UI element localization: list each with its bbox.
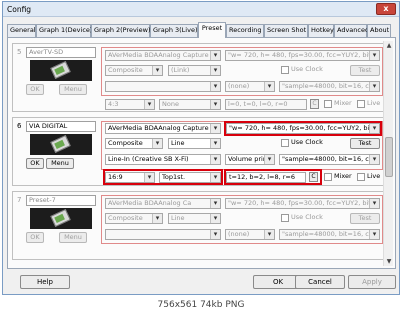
preset-number: 7 [17, 196, 22, 204]
audio-input-select[interactable]: Volume princ [225, 154, 275, 165]
video-format-highlight [224, 121, 382, 136]
preset-number: 5 [17, 48, 22, 56]
crossbar-select[interactable]: (Link) [168, 65, 221, 76]
preset-name-field[interactable]: VIA DIGITAL [26, 121, 96, 132]
audio-device-select[interactable]: Line-In (Creative SB X-Fi) [105, 154, 221, 165]
aspect-deinterlace-highlight [103, 169, 223, 185]
config-window: Config x General Graph 1(Device) Graph 2… [2, 1, 400, 295]
live-checkbox[interactable] [357, 100, 365, 108]
mixer-checkbox[interactable] [324, 173, 332, 181]
scroll-up-arrow-icon[interactable]: ▲ [384, 41, 394, 50]
preset-menu-button[interactable]: Menu [59, 232, 87, 243]
video-format-select[interactable]: "w= 720, h= 480, fps=30.00, fcc=YUY2, bi… [225, 198, 380, 209]
preset-menu-button[interactable]: Menu [46, 158, 74, 169]
use-clock-label: Use Clock [291, 138, 323, 146]
aspect-select[interactable]: 4:3 [105, 99, 155, 110]
mixer-label: Mixer [334, 99, 352, 107]
preset-name-field[interactable]: Preset-7 [26, 195, 96, 206]
preset-thumbnail[interactable] [30, 60, 92, 81]
help-button[interactable]: Help [20, 275, 70, 289]
tab-strip: General Graph 1(Device) Graph 2(Preview)… [7, 22, 397, 38]
crossbar-select[interactable]: Line [168, 213, 221, 224]
preset-name-field[interactable]: AverTV-SD [26, 47, 96, 58]
video-input-select[interactable]: Composite [105, 65, 163, 76]
live-label: Live [367, 99, 381, 107]
tab-recording[interactable]: Recording [226, 24, 264, 37]
video-format-select[interactable]: "w= 720, h= 480, fps=30.00, fcc=YUY2, bi… [225, 50, 380, 61]
video-input-select[interactable]: Composite [105, 138, 163, 149]
image-status-text: 756x561 74kb PNG [0, 296, 402, 314]
audio-device-select[interactable] [105, 81, 221, 92]
tab-about[interactable]: About [367, 24, 391, 37]
live-checkbox[interactable] [357, 173, 365, 181]
tab-hotkey[interactable]: Hotkey [308, 24, 334, 37]
use-clock-label: Use Clock [291, 65, 323, 73]
crop-field[interactable]: l=0, t=0, l=0, r=0 [225, 99, 307, 110]
preset-row-6: 6 VIA DIGITAL OK Menu AVerMedia BDAAnalo… [12, 117, 384, 186]
preset-menu-button[interactable]: Menu [59, 84, 87, 95]
tab-screen-shot[interactable]: Screen Shot [264, 24, 308, 37]
use-clock-checkbox[interactable] [281, 139, 289, 147]
preset-ok-button[interactable]: OK [26, 158, 44, 169]
preset-row-7: 7 Preset-7 OK Menu AVerMedia BDAAnalog C… [12, 191, 384, 260]
tab-graph3-live[interactable]: Graph 3(Live) [150, 24, 198, 37]
preset-row-5: 5 AverTV-SD OK Menu AVerMedia BDAAnalog … [12, 43, 384, 112]
apply-button[interactable]: Apply [348, 275, 396, 289]
crossbar-select[interactable]: Line [168, 138, 221, 149]
vertical-scrollbar[interactable]: ▲ ▼ [383, 41, 393, 266]
preset-panel: 5 AverTV-SD OK Menu AVerMedia BDAAnalog … [7, 37, 396, 269]
test-button[interactable]: Test [350, 65, 380, 76]
video-device-select[interactable]: AVerMedia BDAAnalog Ca [105, 198, 221, 209]
live-label: Live [367, 172, 381, 180]
cancel-button[interactable]: Cancel [295, 275, 345, 289]
crop-highlight [224, 169, 322, 185]
mixer-label: Mixer [334, 172, 352, 180]
tab-advanced[interactable]: Advanced [334, 24, 369, 37]
scroll-down-arrow-icon[interactable]: ▼ [384, 257, 394, 266]
audio-input-select[interactable]: (none) [225, 229, 275, 240]
title-bar: Config x [3, 2, 399, 17]
test-button[interactable]: Test [350, 138, 380, 149]
close-button[interactable]: x [376, 3, 396, 15]
preset-thumbnail[interactable] [30, 208, 92, 229]
video-input-select[interactable]: Composite [105, 213, 163, 224]
preset-number: 6 [17, 122, 22, 130]
deinterlace-select[interactable]: None [159, 99, 221, 110]
tab-graph2-preview[interactable]: Graph 2(Preview) [91, 24, 151, 37]
preset-ok-button[interactable]: OK [26, 232, 44, 243]
mixer-checkbox[interactable] [324, 100, 332, 108]
tab-graph1-device[interactable]: Graph 1(Device) [36, 24, 92, 37]
capture-card-icon [50, 134, 71, 154]
tab-preset[interactable]: Preset [198, 22, 226, 38]
use-clock-checkbox[interactable] [281, 66, 289, 74]
audio-device-select[interactable] [105, 229, 221, 240]
tab-general[interactable]: General [7, 24, 36, 37]
window-title: Config [7, 5, 32, 14]
audio-format-select[interactable]: "sample=48000, bit=16, ch=2" [279, 154, 380, 165]
audio-input-select[interactable]: (none) [225, 81, 275, 92]
video-device-select[interactable]: AVerMedia BDAAnalog Capture [105, 123, 221, 134]
crop-c-button[interactable]: C [310, 99, 319, 109]
use-clock-checkbox[interactable] [281, 214, 289, 222]
audio-format-select[interactable]: "sample=48000, bit=16, ch=2" [279, 229, 380, 240]
capture-card-icon [50, 60, 71, 80]
audio-format-select[interactable]: "sample=48000, bit=16, ch=2" [279, 81, 380, 92]
scrollbar-thumb[interactable] [385, 137, 393, 177]
preset-thumbnail[interactable] [30, 134, 92, 155]
use-clock-label: Use Clock [291, 213, 323, 221]
test-button[interactable]: Test [350, 213, 380, 224]
preset-ok-button[interactable]: OK [26, 84, 44, 95]
video-device-select[interactable]: AVerMedia BDAAnalog Capture [105, 50, 221, 61]
capture-card-icon [50, 208, 71, 228]
